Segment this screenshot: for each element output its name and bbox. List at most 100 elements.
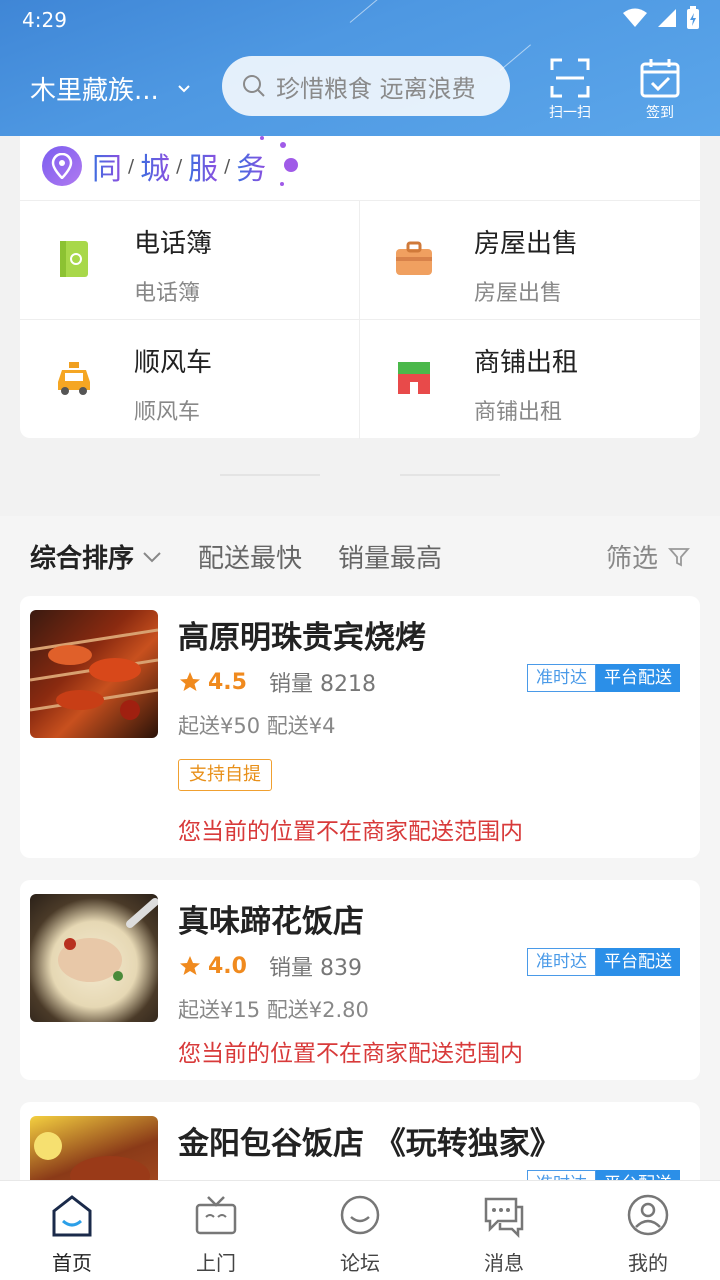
star-icon [180,672,200,691]
platform-delivery-badge: 平台配送 [596,948,680,976]
service-item-shop-rent[interactable]: 商铺出租 商铺出租 [360,320,699,438]
sales-count: 销量 839 [268,956,362,981]
service-title-sep: / [176,155,183,177]
service-title-sep: / [224,155,231,177]
scan-label: 扫一扫 [549,105,591,121]
scan-button[interactable]: 扫一扫 [540,56,600,121]
nav-label: 首页 [52,1251,92,1275]
roast-image [34,1132,150,1180]
message-icon [484,1197,524,1239]
shop-fees: 起送¥15 配送¥2.80 [178,998,369,1022]
location-label: 木里藏族... [30,76,159,106]
storefront-icon [398,362,430,394]
nav-label: 上门 [196,1251,236,1275]
home-icon [52,1195,92,1237]
bottom-nav: 首页 上门 论坛 消息 我的 [0,1180,720,1280]
ontime-badge: 准时达 [527,1170,596,1180]
shop-rating: 4.0 销量 839 [178,950,362,982]
nav-onsite[interactable]: 上门 [144,1181,288,1280]
nav-forum[interactable]: 论坛 [288,1181,432,1280]
decor-streak [499,44,531,71]
service-item-title: 房屋出售 [474,229,579,259]
service-item-house-sale[interactable]: 房屋出售 房屋出售 [360,201,699,319]
platform-delivery-badge: 平台配送 [596,664,680,692]
briefcase-icon [396,241,432,275]
service-title-char: 同 [92,144,122,188]
sort-top-sales[interactable]: 销量最高 [338,538,442,575]
funnel-icon [668,547,690,566]
shop-rating: 4.5 销量 8218 [178,666,376,698]
sort-bar: 综合排序 配送最快 销量最高 筛选 [0,516,720,596]
tv-icon [195,1196,237,1235]
location-selector[interactable]: 木里藏族... [30,70,191,107]
shop-card[interactable]: 高原明珠贵宾烧烤 4.5 销量 8218 准时达 平台配送 起送¥50 配送¥4… [20,596,700,858]
service-title-char: 服 [188,144,218,188]
shop-thumbnail [30,1116,158,1180]
forum-icon [340,1195,380,1235]
phonebook-icon [60,241,88,277]
chevron-down-icon [143,551,161,562]
scan-icon [550,58,590,98]
sort-active-label: 综合排序 [30,544,135,574]
nav-label: 消息 [484,1251,524,1275]
search-bar[interactable]: 珍惜粮食 远离浪费 [222,56,510,116]
service-title-sep: / [128,155,135,177]
service-item-subtitle: 商铺出租 [474,400,563,425]
signal-icon [658,9,676,27]
service-grid: 电话簿 电话簿 房屋出售 房屋出售 顺风车 顺风车 商铺出租 商铺出租 [20,200,700,439]
service-item-phonebook[interactable]: 电话簿 电话簿 [20,201,359,319]
app-header: 4:29 木里藏族... 珍惜粮食 远离浪费 扫一扫 签到 [0,0,720,136]
nav-home[interactable]: 首页 [0,1181,144,1280]
nav-label: 我的 [628,1251,668,1275]
page-indicator [400,474,500,476]
calendar-check-icon [640,59,680,98]
soup-image [58,898,158,982]
nav-messages[interactable]: 消息 [432,1181,576,1280]
status-icons [622,6,700,30]
decor-streak [349,0,397,23]
service-item-carpool[interactable]: 顺风车 顺风车 [20,320,359,438]
battery-icon [687,6,699,29]
shop-name: 金阳包谷饭店 《玩转独家》 [178,1126,561,1162]
taxi-icon [58,362,90,395]
filter-label: 筛选 [605,544,658,574]
filter-button[interactable]: 筛选 [606,538,690,575]
delivery-badges: 准时达 平台配送 [527,664,680,692]
service-item-title: 顺风车 [134,348,213,378]
bbq-image [30,628,158,720]
shop-card[interactable]: 真味蹄花饭店 4.0 销量 839 准时达 平台配送 起送¥15 配送¥2.80… [20,880,700,1080]
sales-count: 销量 8218 [268,672,376,697]
rating-score: 4.0 [208,953,247,979]
search-icon [243,75,265,97]
location-pin-icon [42,146,82,186]
pickup-badge: 支持自提 [178,759,272,791]
service-item-subtitle: 电话簿 [134,281,201,306]
signin-button[interactable]: 签到 [630,56,690,121]
star-icon [180,956,200,975]
out-of-range-warning: 您当前的位置不在商家配送范围内 [178,819,523,845]
sort-fastest-delivery[interactable]: 配送最快 [198,538,302,575]
sort-comprehensive[interactable]: 综合排序 [30,538,162,575]
local-service-card: 同 / 城 / 服 / 务 电话簿 电话簿 房屋出售 房屋出售 顺风车 顺风车 … [20,136,700,439]
nav-label: 论坛 [340,1251,380,1275]
service-title-char: 务 [236,144,266,188]
status-time: 4:29 [22,8,67,32]
shop-name: 真味蹄花饭店 [178,904,364,940]
nav-profile[interactable]: 我的 [576,1181,720,1280]
shop-name: 高原明珠贵宾烧烤 [178,620,426,656]
ontime-badge: 准时达 [527,948,596,976]
search-placeholder: 珍惜粮食 远离浪费 [276,74,476,103]
shop-card[interactable]: 金阳包谷饭店 《玩转独家》 准时达 平台配送 [20,1102,700,1180]
signin-label: 签到 [646,105,674,121]
service-item-subtitle: 顺风车 [134,400,201,425]
service-item-title: 电话簿 [134,229,213,259]
service-title: 同 / 城 / 服 / 务 [42,144,266,188]
delivery-badges: 准时达 平台配送 [527,948,680,976]
chevron-down-icon [178,84,190,92]
shop-thumbnail [30,610,158,738]
service-item-title: 商铺出租 [474,348,579,378]
page-indicator [220,474,320,476]
profile-icon [627,1194,669,1236]
shop-fees: 起送¥50 配送¥4 [178,714,336,738]
ontime-badge: 准时达 [527,664,596,692]
